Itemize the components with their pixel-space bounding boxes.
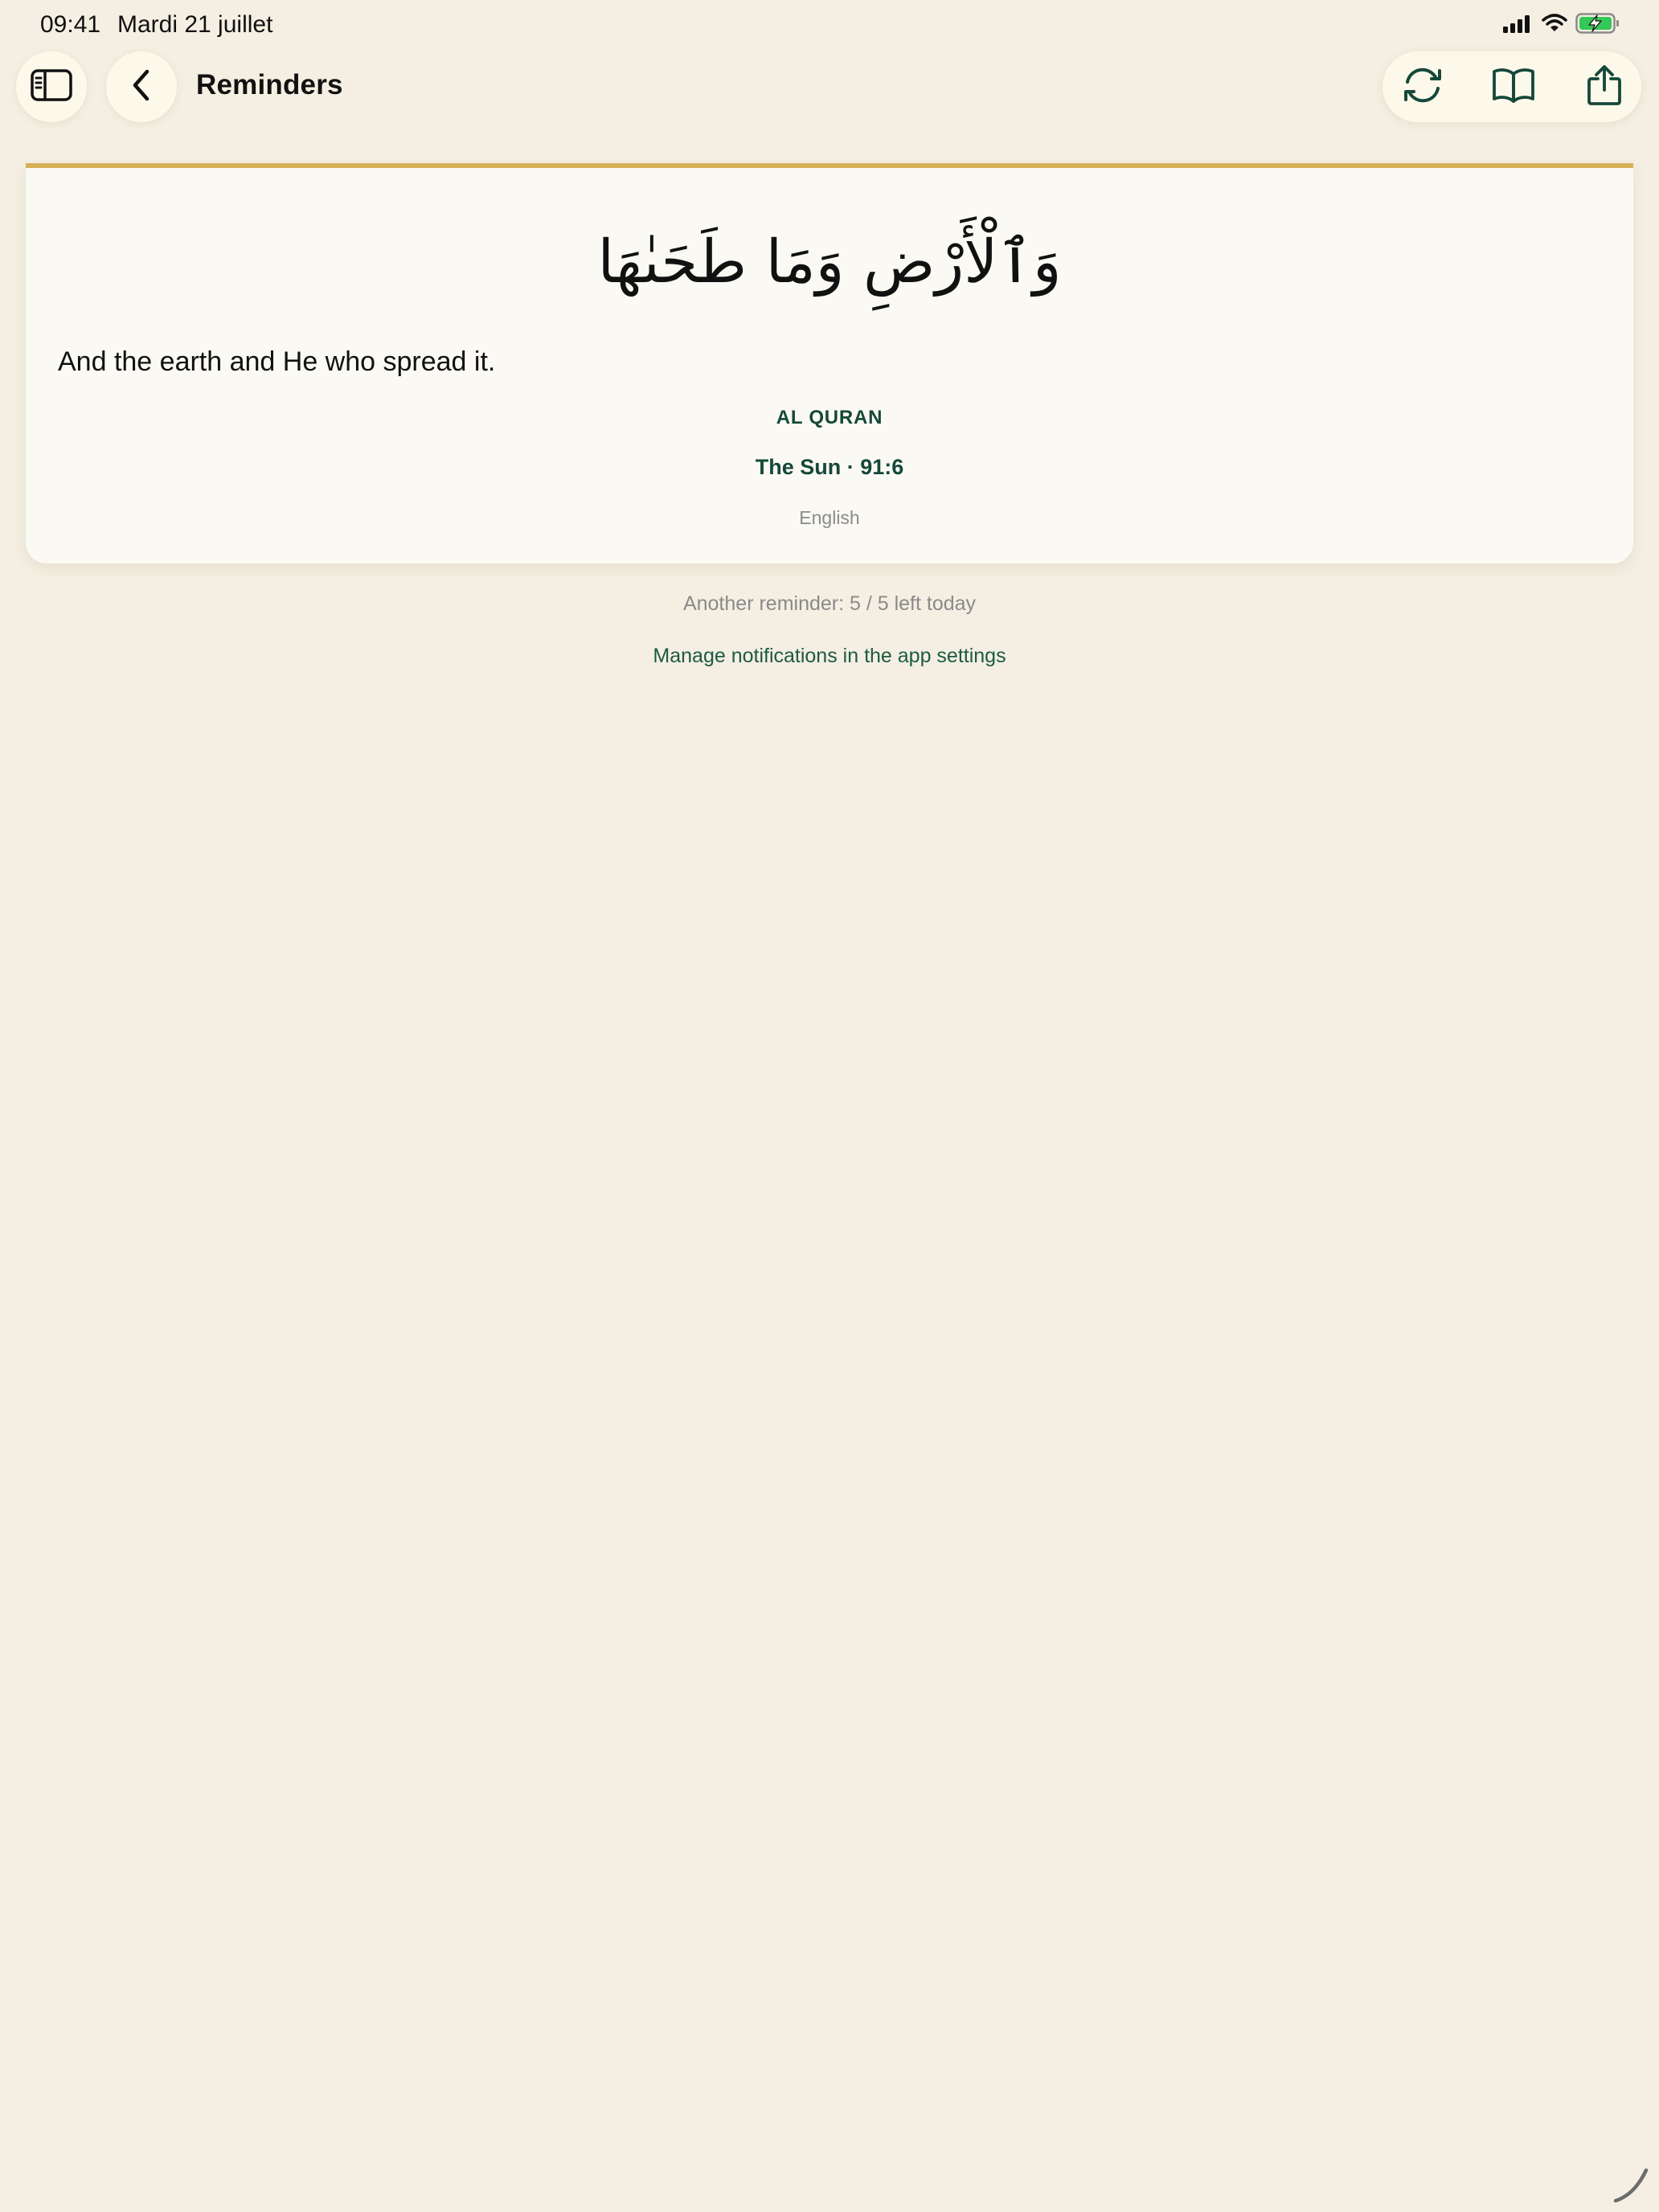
status-bar: 09:41 Mardi 21 juillet xyxy=(0,0,1659,50)
page-title: Reminders xyxy=(196,69,343,100)
chevron-left-icon xyxy=(129,68,154,106)
manage-notifications-link[interactable]: Manage notifications in the app settings xyxy=(0,645,1659,668)
resize-handle-icon[interactable] xyxy=(1611,2164,1653,2206)
cellular-signal-icon xyxy=(1503,14,1534,37)
wifi-icon xyxy=(1542,13,1567,37)
reminders-remaining: Another reminder: 5 / 5 left today xyxy=(682,592,977,615)
book-icon xyxy=(1492,67,1535,108)
status-date: Mardi 21 juillet xyxy=(117,11,273,38)
refresh-button[interactable] xyxy=(1382,51,1463,122)
arabic-verse: وَٱلْأَرْضِ وَمَا طَحَىٰهَا xyxy=(597,227,1062,297)
status-time: 09:41 xyxy=(40,11,101,38)
book-button[interactable] xyxy=(1473,51,1554,122)
toolbar-action-group xyxy=(1382,51,1641,122)
sidebar-toggle-button[interactable] xyxy=(16,51,87,122)
source-label: AL QURAN xyxy=(776,407,883,428)
battery-charging-icon xyxy=(1575,12,1620,38)
share-button[interactable] xyxy=(1564,51,1645,122)
verse-translation: And the earth and He who spread it. xyxy=(58,346,496,377)
sidebar-icon xyxy=(31,68,72,105)
verse-reference: The Sun · 91:6 xyxy=(755,455,904,479)
share-icon xyxy=(1587,64,1622,110)
reminder-card: وَٱلْأَرْضِ وَمَا طَحَىٰهَا And the eart… xyxy=(26,163,1633,563)
back-button[interactable] xyxy=(106,51,177,122)
refresh-icon xyxy=(1399,66,1446,109)
status-icons xyxy=(1503,12,1620,38)
translation-language: English xyxy=(799,507,860,528)
